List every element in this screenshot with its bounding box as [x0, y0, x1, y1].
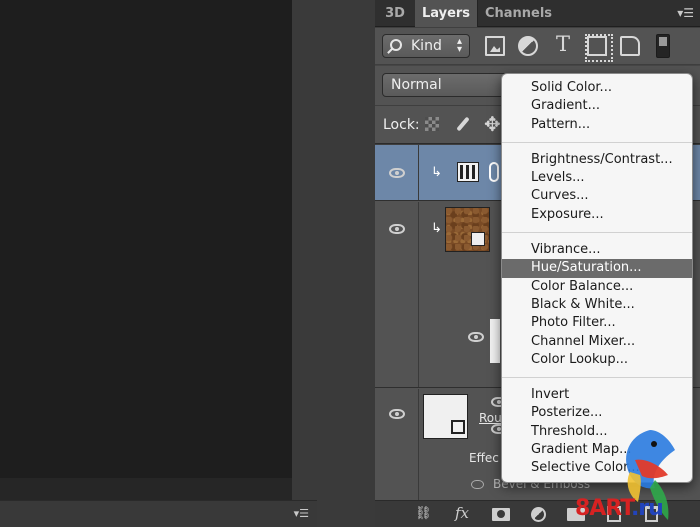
menu-item-gradient[interactable]: Gradient...	[502, 97, 692, 115]
effects-label: Effec	[469, 451, 499, 465]
blend-mode-select[interactable]: Normal	[382, 73, 512, 97]
eye-icon[interactable]	[389, 224, 405, 234]
search-icon	[390, 39, 402, 51]
lock-image-pixels-icon[interactable]	[453, 115, 473, 135]
menu-item-vibrance[interactable]: Vibrance...	[502, 241, 692, 259]
tab-channels[interactable]: Channels	[477, 0, 559, 27]
menu-item-hue-saturation[interactable]: Hue/Saturation...	[502, 259, 692, 278]
clipping-arrow-icon: ↳	[431, 221, 442, 236]
levels-adjustment-icon	[457, 162, 479, 182]
eye-icon[interactable]	[471, 480, 484, 489]
filter-mask-thumbnail	[490, 319, 500, 363]
menu-item-channel-mixer[interactable]: Channel Mixer...	[502, 333, 692, 351]
visibility-column	[375, 145, 419, 200]
eye-icon[interactable]	[389, 168, 405, 178]
adjustment-filter-icon[interactable]	[518, 36, 538, 56]
lock-position-icon[interactable]: ✥	[484, 112, 501, 136]
image-filter-icon[interactable]	[485, 36, 505, 56]
menu-item-curves[interactable]: Curves...	[502, 187, 692, 205]
smart-object-filter-icon[interactable]	[620, 36, 640, 56]
document-canvas[interactable]	[0, 0, 292, 500]
filter-kind-select[interactable]: Kind ▴ ▾	[382, 34, 470, 58]
filter-toggle-switch[interactable]	[656, 34, 670, 58]
shape-layer-badge-icon	[451, 420, 465, 434]
menu-item-color-lookup[interactable]: Color Lookup...	[502, 351, 692, 369]
tab-3d[interactable]: 3D	[375, 0, 415, 27]
menu-item-brightness-contrast[interactable]: Brightness/Contrast...	[502, 151, 692, 169]
menu-item-solid-color[interactable]: Solid Color...	[502, 79, 692, 97]
clipping-arrow-icon: ↳	[431, 165, 442, 180]
menu-item-invert[interactable]: Invert	[502, 386, 692, 404]
watermark-name: 8ART	[575, 496, 632, 521]
updown-chevron-icon: ▴ ▾	[456, 36, 462, 55]
menu-separator	[502, 232, 692, 234]
watermark-text: 8ART.ru	[575, 496, 664, 521]
lock-label: Lock:	[383, 117, 420, 133]
eye-icon[interactable]	[389, 409, 405, 419]
menu-separator	[502, 141, 692, 143]
menu-item-photo-filter[interactable]: Photo Filter...	[502, 314, 692, 332]
canvas-scroll-strip	[0, 478, 292, 500]
blend-mode-label: Normal	[391, 77, 442, 93]
menu-item-exposure[interactable]: Exposure...	[502, 206, 692, 224]
link-layers-icon[interactable]: ⛓	[415, 506, 432, 521]
shape-filter-icon[interactable]	[585, 34, 613, 62]
visibility-column	[375, 389, 419, 500]
lock-transparent-pixels-icon[interactable]	[425, 117, 439, 131]
panel-menu-icon[interactable]: ▾☰	[677, 6, 694, 20]
layer-filter-bar: Kind ▴ ▾ T	[375, 28, 700, 64]
menu-item-levels[interactable]: Levels...	[502, 169, 692, 187]
new-adjustment-layer-icon[interactable]	[531, 507, 546, 522]
filter-kind-label: Kind	[411, 38, 442, 54]
smart-object-badge-icon	[471, 232, 485, 246]
tab-layers[interactable]: Layers	[415, 0, 477, 27]
panel-tab-bar: 3D Layers Channels ▾☰	[375, 0, 700, 27]
menu-separator	[502, 377, 692, 379]
add-mask-icon[interactable]	[492, 508, 510, 521]
eye-icon[interactable]	[468, 332, 484, 342]
panel-collapsed-strip	[317, 0, 375, 527]
type-filter-icon[interactable]: T	[553, 32, 573, 56]
watermark-suffix: .ru	[630, 496, 664, 521]
panel-gutter	[292, 0, 317, 527]
visibility-column	[375, 202, 419, 387]
menu-item-black-white[interactable]: Black & White...	[502, 296, 692, 314]
chain-link-icon[interactable]	[489, 162, 499, 182]
menu-item-color-balance[interactable]: Color Balance...	[502, 278, 692, 296]
menu-item-pattern[interactable]: Pattern...	[502, 116, 692, 134]
layer-name[interactable]: Rou	[479, 411, 502, 425]
status-bar: ▾☰	[0, 500, 317, 527]
status-menu-icon[interactable]: ▾☰	[294, 507, 309, 520]
panel-gutter-inner	[292, 0, 317, 500]
fx-button[interactable]: fx	[455, 504, 469, 522]
